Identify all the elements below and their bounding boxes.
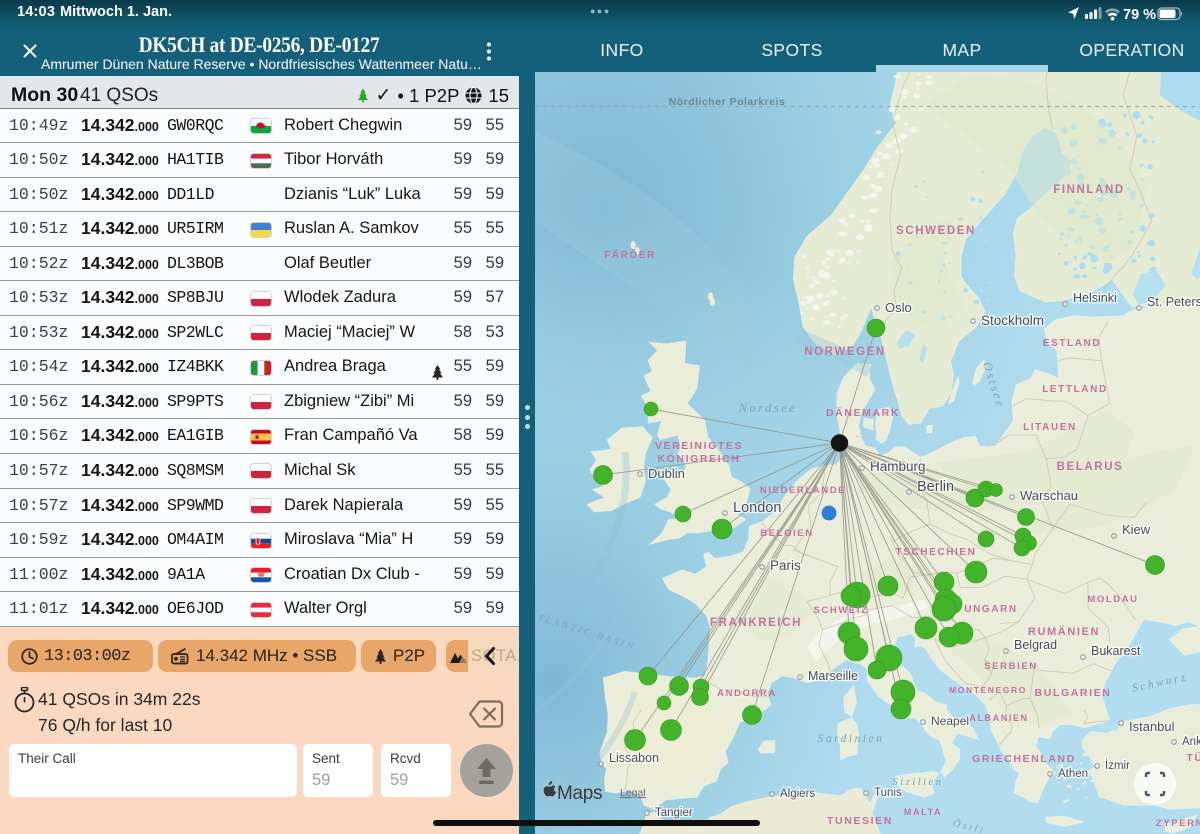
- svg-text:TSCHECHIEN: TSCHECHIEN: [895, 547, 976, 558]
- svg-text:Paris: Paris: [770, 558, 801, 573]
- svg-text:ESTLAND: ESTLAND: [1043, 338, 1101, 349]
- svg-text:TUNESIEN: TUNESIEN: [827, 815, 893, 827]
- svg-text:Nördlicher Polarkreis: Nördlicher Polarkreis: [669, 96, 786, 108]
- svg-text:MALTA: MALTA: [904, 807, 942, 817]
- svg-text:Maps: Maps: [557, 783, 602, 804]
- svg-text:LITAUEN: LITAUEN: [1023, 422, 1077, 433]
- svg-text:FINNLAND: FINNLAND: [1053, 184, 1125, 196]
- svg-text:Warschau: Warschau: [1020, 488, 1078, 503]
- svg-text:DÄNEMARK: DÄNEMARK: [826, 406, 900, 419]
- svg-text:FRANKREICH: FRANKREICH: [710, 617, 802, 629]
- svg-text:Stockholm: Stockholm: [981, 313, 1044, 328]
- svg-text:SCHWEDEN: SCHWEDEN: [896, 225, 976, 237]
- svg-text:St. Petersb: St. Petersb: [1147, 295, 1200, 309]
- svg-text:Dublin: Dublin: [648, 466, 685, 481]
- svg-text:Berlin: Berlin: [917, 479, 954, 495]
- svg-text:VEREINIGTES: VEREINIGTES: [655, 440, 743, 452]
- svg-text:BELARUS: BELARUS: [1057, 461, 1124, 473]
- svg-text:BELGIEN: BELGIEN: [760, 528, 813, 539]
- svg-text:MONTENEGRO: MONTENEGRO: [949, 685, 1027, 695]
- svg-text:İzmir: İzmir: [1105, 759, 1130, 772]
- svg-text:SERBIEN: SERBIEN: [984, 661, 1037, 672]
- svg-text:Istanbul: Istanbul: [1129, 719, 1175, 734]
- svg-text:Oslo: Oslo: [885, 300, 912, 315]
- svg-text:Helsinki: Helsinki: [1073, 291, 1117, 305]
- svg-text:ZYPERN: ZYPERN: [1156, 818, 1200, 829]
- svg-text:Marseille: Marseille: [808, 669, 858, 683]
- svg-text:Belgrad: Belgrad: [1014, 638, 1057, 652]
- svg-text:BULGARIEN: BULGARIEN: [1035, 687, 1112, 699]
- svg-text:SCHWEIZ: SCHWEIZ: [813, 605, 868, 616]
- svg-text:Tangier: Tangier: [655, 807, 693, 819]
- svg-text:Tunis: Tunis: [874, 787, 902, 799]
- svg-text:Kiew: Kiew: [1122, 522, 1151, 537]
- svg-text:UNGARN: UNGARN: [964, 604, 1018, 615]
- svg-text:London: London: [733, 500, 781, 516]
- svg-text:TÜ: TÜ: [1186, 751, 1200, 764]
- svg-text:ALBANIEN: ALBANIEN: [969, 713, 1028, 723]
- svg-text:Bukarest: Bukarest: [1091, 644, 1141, 658]
- svg-text:79 %: 79 %: [1123, 7, 1156, 23]
- svg-text:NIEDERLANDE: NIEDERLANDE: [760, 485, 846, 496]
- svg-text:KÖNIGREICH: KÖNIGREICH: [657, 452, 740, 465]
- svg-text:FÄRÖER: FÄRÖER: [604, 248, 656, 261]
- svg-text:NORWEGEN: NORWEGEN: [804, 346, 886, 358]
- svg-text:MOLDAU: MOLDAU: [1087, 594, 1138, 605]
- svg-text:Ank: Ank: [1182, 736, 1200, 748]
- svg-text:RUMÄNIEN: RUMÄNIEN: [1028, 625, 1100, 638]
- svg-text:ANDORRA: ANDORRA: [717, 688, 777, 699]
- svg-text:Algiers: Algiers: [780, 788, 815, 800]
- svg-text:Lissabon: Lissabon: [609, 751, 659, 765]
- svg-text:Nordsee: Nordsee: [738, 401, 798, 415]
- svg-text:Sardinien: Sardinien: [818, 733, 885, 745]
- svg-text:Hamburg: Hamburg: [870, 459, 926, 474]
- svg-text:LETTLAND: LETTLAND: [1042, 384, 1108, 395]
- svg-text:Athen: Athen: [1058, 768, 1088, 780]
- svg-text:Legal: Legal: [620, 787, 646, 799]
- svg-text:GRIECHENLAND: GRIECHENLAND: [972, 753, 1076, 765]
- svg-text:Neapel: Neapel: [931, 714, 969, 728]
